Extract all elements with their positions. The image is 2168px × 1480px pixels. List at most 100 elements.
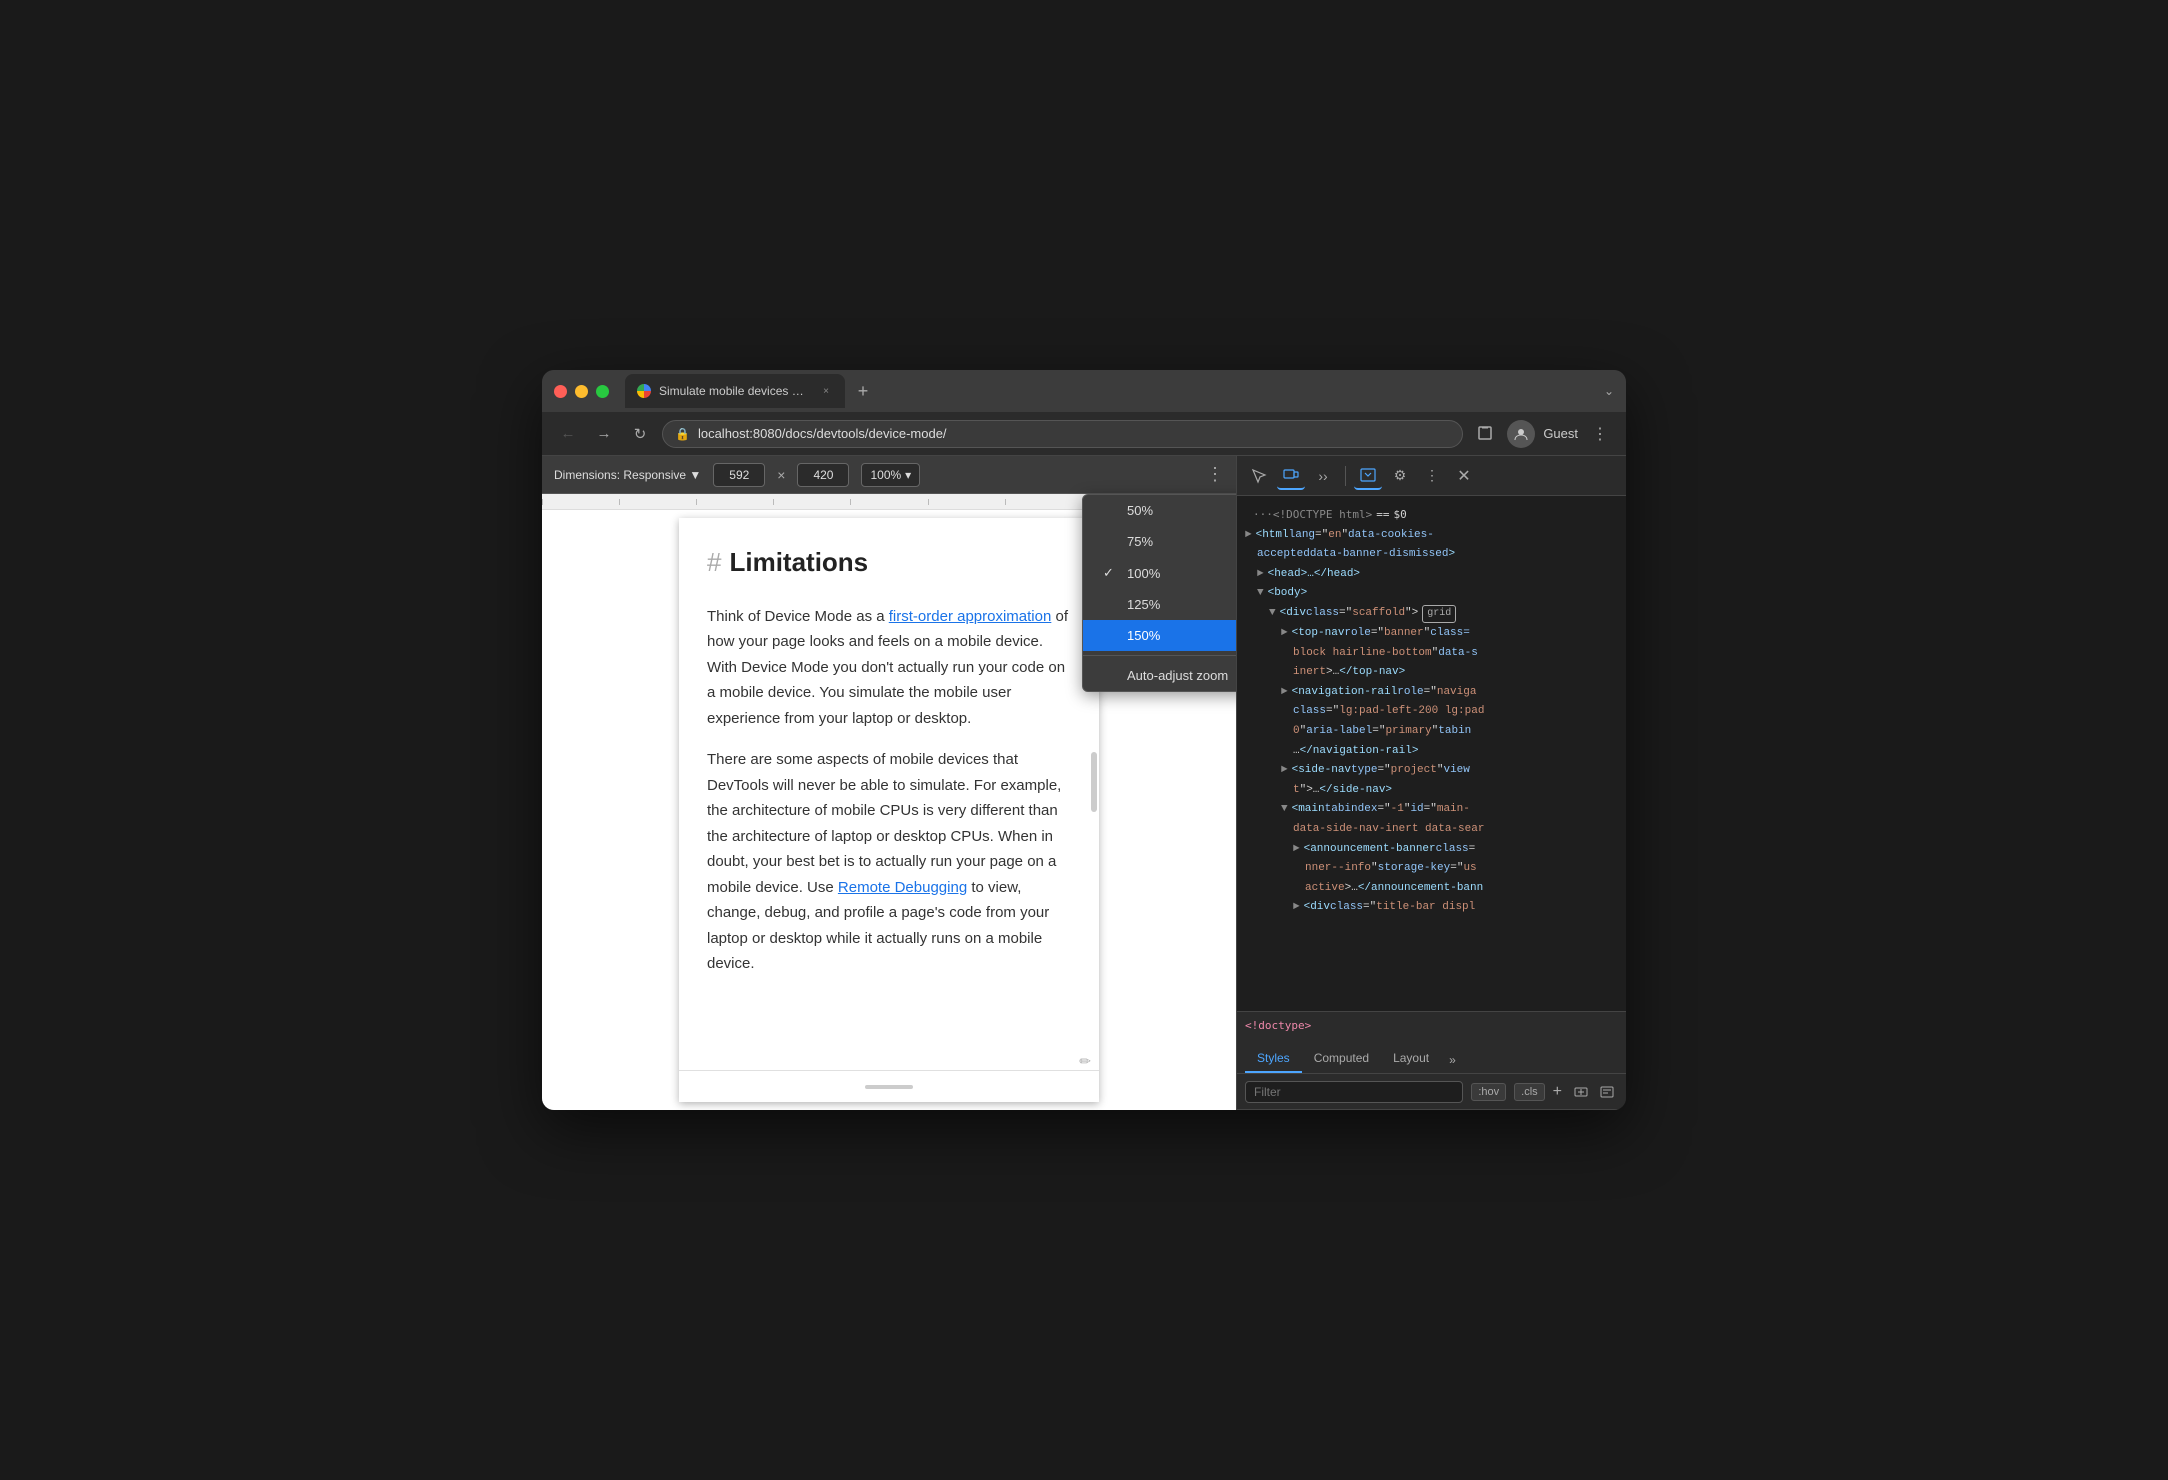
title-bar: Simulate mobile devices with D × + ⌄: [542, 370, 1626, 412]
styles-filter-input[interactable]: [1245, 1081, 1463, 1103]
bookmarks-button[interactable]: [1471, 420, 1499, 448]
page-content: # Limitations Think of Device Mode as a …: [679, 518, 1099, 1017]
html-line-scaffold[interactable]: ▼ <div class =" scaffold "> grid: [1245, 604, 1618, 624]
add-style-button[interactable]: +: [1553, 1083, 1562, 1101]
zoom-100-option[interactable]: ✓ 100%: [1083, 557, 1236, 589]
close-button[interactable]: [554, 385, 567, 398]
auto-adjust-option[interactable]: Auto-adjust zoom: [1083, 660, 1236, 691]
grid-badge: grid: [1422, 605, 1456, 623]
toolbar-separator: [1345, 466, 1346, 486]
zoom-menu-divider: [1083, 655, 1236, 656]
more-panels-button[interactable]: ››: [1309, 462, 1337, 490]
width-input[interactable]: [713, 463, 765, 487]
expand-navrail-icon[interactable]: ►: [1281, 684, 1288, 702]
html-line-top-nav-2: block hairline-bottom " data-s: [1245, 644, 1618, 664]
toolbar-more-button[interactable]: ⋮: [1206, 464, 1224, 485]
remote-debugging-link[interactable]: Remote Debugging: [838, 879, 967, 896]
expand-main-icon[interactable]: ▼: [1281, 801, 1288, 819]
zoom-value: 100%: [870, 468, 901, 482]
new-tab-button[interactable]: +: [849, 377, 877, 405]
computed-tab[interactable]: Computed: [1302, 1045, 1381, 1073]
check-auto-icon: [1103, 668, 1119, 683]
doctype-selected-text: <!doctype>: [1245, 1019, 1311, 1032]
menu-button[interactable]: ⋮: [1586, 420, 1614, 448]
html-line-html[interactable]: ► <html lang =" en " data-cookies-: [1245, 526, 1618, 546]
tabs-more-button[interactable]: »: [1441, 1047, 1464, 1073]
html-line-nav-rail-2: class =" lg:pad-left-200 lg:pad: [1245, 702, 1618, 722]
lang-attr: lang: [1289, 527, 1315, 545]
html-line-main-2: data-side-nav-inert data-sear: [1245, 820, 1618, 840]
devtools-toolbar: ›› ⚙ ⋮ ✕: [1237, 456, 1626, 496]
zoom-50-option[interactable]: 50%: [1083, 495, 1236, 526]
html-line-top-nav[interactable]: ► <top-nav role =" banner " class=: [1245, 624, 1618, 644]
html-line-main[interactable]: ▼ <main tabindex =" -1 " id =" main-: [1245, 800, 1618, 820]
devtools-style-tabs: Styles Computed Layout »: [1237, 1038, 1626, 1074]
settings-button[interactable]: ⚙: [1386, 462, 1414, 490]
inspect-element-button[interactable]: [1245, 462, 1273, 490]
expand-titlebar-icon[interactable]: ►: [1293, 899, 1300, 917]
check-75-icon: [1103, 534, 1119, 549]
doctype-comment-line: ···<!DOCTYPE html> == $0: [1245, 504, 1618, 526]
back-button[interactable]: ←: [554, 420, 582, 448]
tab-close-button[interactable]: ×: [819, 384, 833, 398]
maximize-button[interactable]: [596, 385, 609, 398]
expand-scaffold-icon[interactable]: ▼: [1269, 605, 1276, 623]
traffic-lights: [554, 385, 609, 398]
new-style-rule-button[interactable]: [1596, 1081, 1618, 1103]
minimize-button[interactable]: [575, 385, 588, 398]
elements-panel-button[interactable]: [1354, 462, 1382, 490]
toggle-element-state-button[interactable]: [1570, 1081, 1592, 1103]
layout-tab[interactable]: Layout: [1381, 1045, 1441, 1073]
devtools-close-button[interactable]: ✕: [1450, 462, 1478, 490]
expand-head-icon[interactable]: ►: [1257, 566, 1264, 584]
lock-icon: 🔒: [675, 427, 690, 441]
check-150-icon: [1103, 628, 1119, 643]
html-line-side-nav-2: t ">… </side-nav>: [1245, 781, 1618, 801]
hov-filter-button[interactable]: :hov: [1471, 1083, 1506, 1101]
address-bar-right: Guest ⋮: [1471, 420, 1614, 448]
devtools-filter-bar: :hov .cls +: [1237, 1074, 1626, 1110]
html-line-nav-rail[interactable]: ► <navigation-rail role =" naviga: [1245, 683, 1618, 703]
address-input[interactable]: 🔒 localhost:8080/docs/devtools/device-mo…: [662, 420, 1463, 448]
zoom-75-option[interactable]: 75%: [1083, 526, 1236, 557]
expand-topnav-icon[interactable]: ►: [1281, 625, 1288, 643]
styles-tab[interactable]: Styles: [1245, 1045, 1302, 1073]
dimensions-label[interactable]: Dimensions: Responsive ▼: [554, 468, 701, 482]
profile-icon[interactable]: [1507, 420, 1535, 448]
first-order-link[interactable]: first-order approximation: [889, 608, 1052, 625]
browser-window: Simulate mobile devices with D × + ⌄ ← →…: [542, 370, 1626, 1110]
page-scrollbar[interactable]: [1091, 752, 1097, 812]
html-line-head[interactable]: ► <head>…</head>: [1245, 565, 1618, 585]
expand-announcement-icon[interactable]: ►: [1293, 841, 1300, 859]
edit-icon[interactable]: ✏: [1079, 1053, 1091, 1070]
resize-handle[interactable]: [865, 1085, 913, 1089]
reload-button[interactable]: ↻: [626, 420, 654, 448]
html-tree-content: ···<!DOCTYPE html> == $0 ► <html lang ="…: [1237, 496, 1626, 926]
devtools-more-button[interactable]: ⋮: [1418, 462, 1446, 490]
cls-filter-button[interactable]: .cls: [1514, 1083, 1545, 1101]
html-line-title-bar[interactable]: ► <div class =" title-bar displ: [1245, 898, 1618, 918]
expand-html-icon[interactable]: ►: [1245, 527, 1252, 545]
html-line-side-nav[interactable]: ► <side-nav type =" project " view: [1245, 761, 1618, 781]
tab-bar: Simulate mobile devices with D × +: [625, 374, 1604, 408]
active-tab[interactable]: Simulate mobile devices with D ×: [625, 374, 845, 408]
height-input[interactable]: [797, 463, 849, 487]
left-panel: Dimensions: Responsive ▼ × 100% ▾ ⋮ 50%: [542, 456, 1236, 1110]
main-area: Dimensions: Responsive ▼ × 100% ▾ ⋮ 50%: [542, 456, 1626, 1110]
heading-text: Limitations: [729, 542, 868, 584]
zoom-dropdown[interactable]: 100% ▾: [861, 463, 920, 487]
html-line-announcement[interactable]: ► <announcement-banner class =: [1245, 840, 1618, 860]
page-heading: # Limitations: [707, 542, 1071, 584]
check-50-icon: [1103, 503, 1119, 518]
forward-button[interactable]: →: [590, 420, 618, 448]
zoom-150-option[interactable]: 150%: [1083, 620, 1236, 651]
zoom-125-option[interactable]: 125%: [1083, 589, 1236, 620]
check-125-icon: [1103, 597, 1119, 612]
expand-sidenav-icon[interactable]: ►: [1281, 762, 1288, 780]
doctype-comment: ···<!DOCTYPE html>: [1253, 506, 1372, 524]
device-mode-button[interactable]: [1277, 462, 1305, 490]
title-bar-right: ⌄: [1604, 384, 1614, 398]
check-100-icon: ✓: [1103, 565, 1119, 581]
expand-body-icon[interactable]: ▼: [1257, 585, 1264, 603]
html-line-body[interactable]: ▼ <body>: [1245, 584, 1618, 604]
